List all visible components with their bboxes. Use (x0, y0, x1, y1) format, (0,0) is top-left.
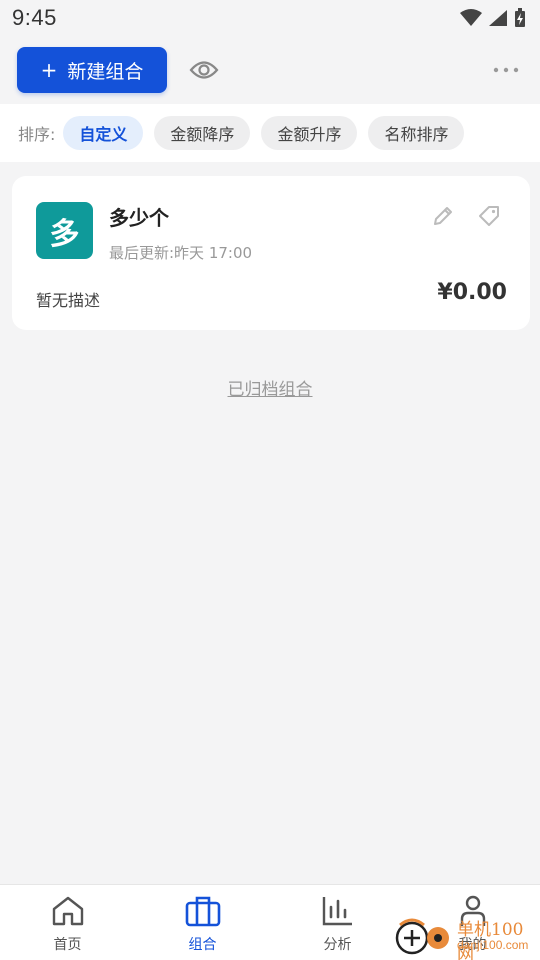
portfolio-updated: 最后更新:昨天 17:00 (109, 244, 253, 262)
bar-chart-icon (321, 895, 355, 931)
nav-item-portfolio[interactable]: 组合 (135, 885, 270, 960)
battery-charging-icon (514, 8, 526, 28)
watermark: 单机100网 danji100.com (392, 915, 540, 960)
briefcase-icon (185, 895, 221, 931)
watermark-logo-icon (395, 918, 449, 955)
status-time: 9:45 (12, 5, 57, 30)
sort-option-amount-desc[interactable]: 金额降序 (154, 116, 251, 150)
sort-option-amount-asc[interactable]: 金额升序 (261, 116, 358, 150)
portfolio-avatar: 多 (36, 202, 93, 259)
new-portfolio-button[interactable]: + 新建组合 (17, 47, 167, 93)
new-portfolio-label: 新建组合 (67, 60, 144, 83)
eye-icon[interactable] (187, 53, 221, 87)
tag-icon[interactable] (476, 203, 502, 233)
nav-label-analysis: 分析 (323, 937, 352, 953)
more-horizontal-icon[interactable] (489, 53, 523, 87)
portfolio-card[interactable]: 多 多少个 最后更新:昨天 17:00 暂无描述 ¥0.00 (12, 176, 530, 330)
status-bar: 9:45 (0, 0, 540, 36)
nav-label-portfolio: 组合 (188, 937, 217, 953)
sort-label: 排序: (18, 125, 56, 144)
nav-item-analysis[interactable]: 分析 (270, 885, 405, 960)
wifi-icon (460, 9, 482, 27)
watermark-url: danji100.com (457, 938, 529, 952)
portfolio-name: 多少个 (109, 206, 169, 230)
archived-portfolios-link[interactable]: 已归档组合 (0, 375, 540, 400)
toolbar: + 新建组合 (0, 36, 540, 104)
nav-label-home: 首页 (53, 937, 82, 953)
sort-option-custom[interactable]: 自定义 (63, 116, 144, 150)
edit-pencil-icon[interactable] (430, 203, 456, 233)
plus-icon: + (40, 58, 58, 82)
home-icon (51, 895, 85, 931)
portfolio-amount: ¥0.00 (437, 280, 507, 305)
sort-option-name[interactable]: 名称排序 (368, 116, 465, 150)
status-icons (460, 8, 526, 28)
cellular-signal-icon (488, 9, 508, 27)
portfolio-description: 暂无描述 (36, 291, 101, 310)
sort-bar: 排序: 自定义 金额降序 金额升序 名称排序 (0, 104, 540, 162)
nav-item-home[interactable]: 首页 (0, 885, 135, 960)
